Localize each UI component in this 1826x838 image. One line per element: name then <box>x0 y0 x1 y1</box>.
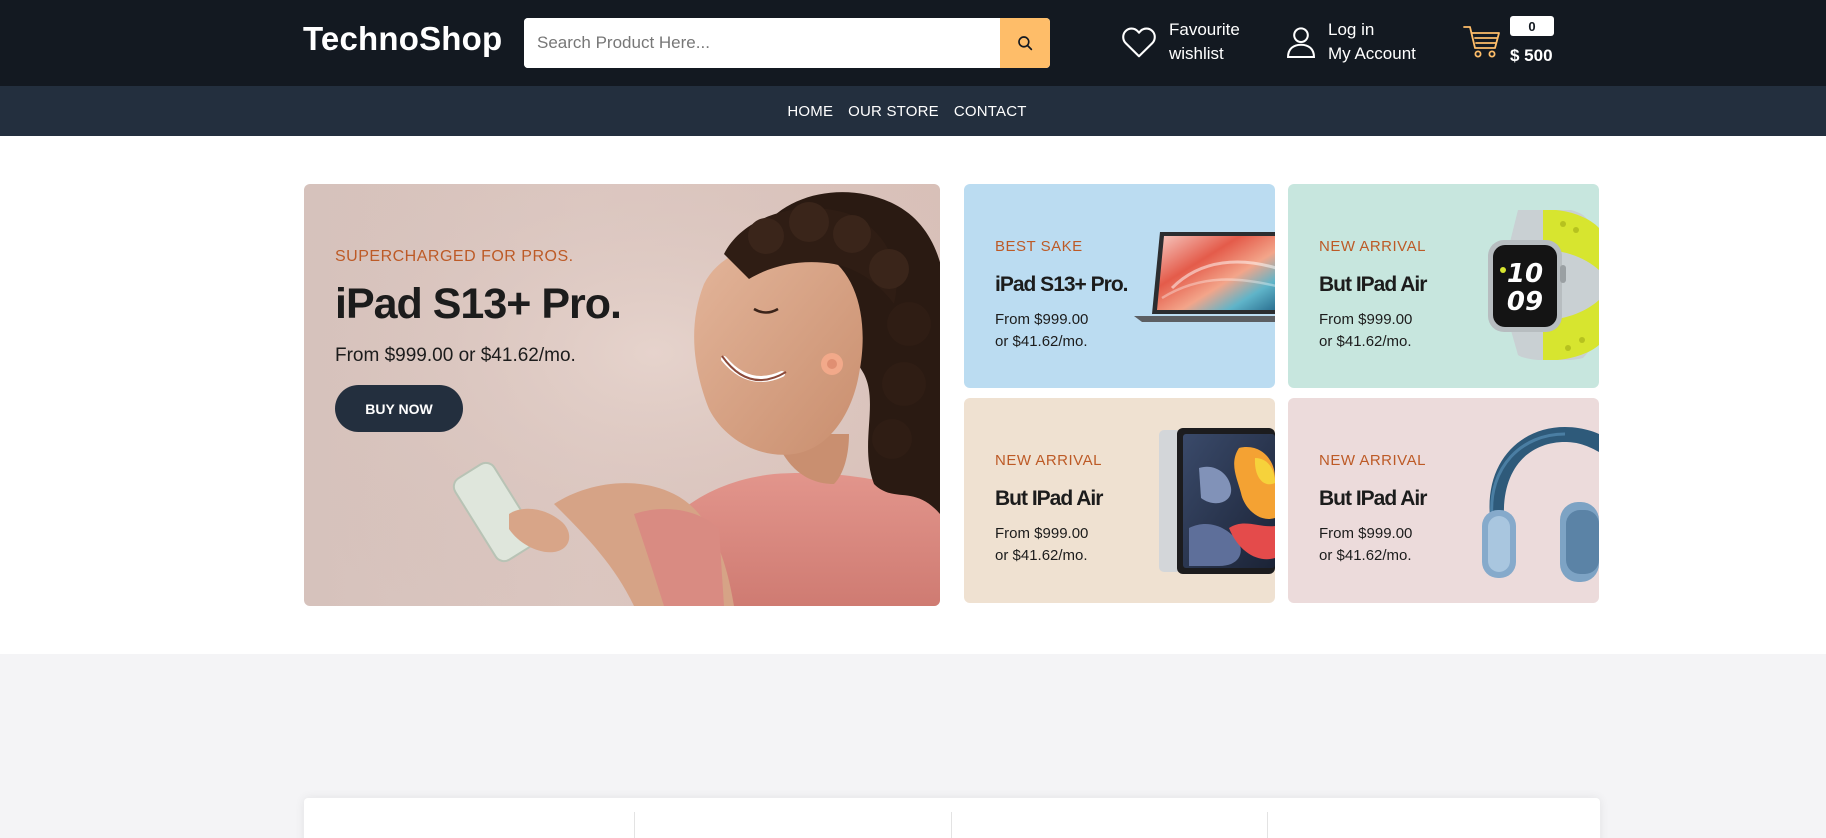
small-banner-laptop[interactable]: BEST SAKE iPad S13+ Pro. From $999.00 or… <box>964 184 1275 388</box>
main-nav: HOME OUR STORE CONTACT <box>0 86 1826 136</box>
services-divider <box>634 812 635 838</box>
main-banner[interactable]: SUPERCHARGED FOR PROS. iPad S13+ Pro. Fr… <box>304 184 940 606</box>
small-banner-2-eyebrow: NEW ARRIVAL <box>1319 238 1426 255</box>
account-label-1: Log in <box>1328 20 1375 39</box>
small-banner-headphones[interactable]: NEW ARRIVAL But IPad Air From $999.00 or… <box>1288 398 1599 603</box>
headphones-image <box>1482 427 1599 582</box>
small-banner-3-content: NEW ARRIVAL But IPad Air From $999.00 or… <box>995 452 1103 567</box>
main-banner-content: SUPERCHARGED FOR PROS. iPad S13+ Pro. Fr… <box>335 248 622 432</box>
small-banner-2-price: From $999.00 or $41.62/mo. <box>1319 309 1426 353</box>
services-card <box>304 798 1600 838</box>
search-button[interactable] <box>1000 18 1050 68</box>
wishlist-label-2: wishlist <box>1169 44 1224 63</box>
nav-our-store[interactable]: OUR STORE <box>848 103 939 120</box>
small-banner-1-content: BEST SAKE iPad S13+ Pro. From $999.00 or… <box>995 238 1128 353</box>
small-banner-4-price: From $999.00 or $41.62/mo. <box>1319 523 1426 567</box>
ipad-image <box>1159 428 1275 574</box>
small-banner-4-price-line-2: or $41.62/mo. <box>1319 547 1412 564</box>
small-banner-3-price: From $999.00 or $41.62/mo. <box>995 523 1102 567</box>
small-banner-1-price: From $999.00 or $41.62/mo. <box>995 309 1128 353</box>
small-banner-4-eyebrow: NEW ARRIVAL <box>1319 452 1426 469</box>
cart-total: $ 500 <box>1510 46 1553 65</box>
user-icon <box>1287 27 1315 59</box>
cart-count-badge: 0 <box>1510 16 1554 36</box>
small-banner-3-price-line-1: From $999.00 <box>995 525 1089 542</box>
account-label-2: My Account <box>1328 44 1416 63</box>
cart-link[interactable]: 0 $ 500 <box>1462 16 1554 66</box>
services-divider <box>951 812 952 838</box>
small-banner-2-content: NEW ARRIVAL But IPad Air From $999.00 or… <box>1319 238 1427 353</box>
brand-logo[interactable]: TechnoShop <box>303 20 502 58</box>
small-banner-4-content: NEW ARRIVAL But IPad Air From $999.00 or… <box>1319 452 1427 567</box>
small-banner-2-price-line-2: or $41.62/mo. <box>1319 333 1412 350</box>
main-banner-price: From $999.00 or $41.62/mo. <box>335 345 576 366</box>
small-banner-4-price-line-1: From $999.00 <box>1319 525 1413 542</box>
small-banner-1-title: iPad S13+ Pro. <box>995 273 1128 296</box>
small-banner-3-eyebrow: NEW ARRIVAL <box>995 452 1102 469</box>
small-banner-1-eyebrow: BEST SAKE <box>995 238 1083 255</box>
nav-home[interactable]: HOME <box>787 103 833 120</box>
cart-icon <box>1463 26 1500 58</box>
search-input[interactable] <box>524 18 1000 68</box>
wishlist-label-1: Favourite <box>1169 20 1240 39</box>
account-link[interactable]: Log in My Account <box>1286 18 1416 66</box>
heart-icon <box>1122 27 1156 58</box>
services-divider <box>1267 812 1268 838</box>
wishlist-link[interactable]: Favourite wishlist <box>1121 18 1240 66</box>
small-banner-1-price-line-1: From $999.00 <box>995 311 1089 328</box>
top-header: TechnoShop Favourite wishlist Log in My … <box>0 0 1826 86</box>
search-bar <box>524 18 1050 68</box>
laptop-image <box>1134 232 1275 322</box>
small-banner-2-price-line-1: From $999.00 <box>1319 311 1413 328</box>
small-banner-4-title: But IPad Air <box>1319 487 1427 510</box>
small-banner-watch[interactable]: 10 09 NEW ARRIVAL But IPad Air From $999… <box>1288 184 1599 388</box>
small-banner-3-price-line-2: or $41.62/mo. <box>995 547 1088 564</box>
small-banner-ipad[interactable]: NEW ARRIVAL But IPad Air From $999.00 or… <box>964 398 1275 603</box>
small-banner-3-title: But IPad Air <box>995 487 1103 510</box>
main-banner-eyebrow: SUPERCHARGED FOR PROS. <box>335 248 574 265</box>
main-banner-title: iPad S13+ Pro. <box>335 280 622 328</box>
smartwatch-image: 10 09 <box>1488 210 1599 360</box>
small-banner-2-title: But IPad Air <box>1319 273 1427 296</box>
search-icon <box>1018 36 1033 51</box>
buy-now-button[interactable]: BUY NOW <box>335 385 463 432</box>
watch-hour: 10 <box>1507 259 1543 289</box>
nav-contact[interactable]: CONTACT <box>954 103 1027 120</box>
watch-minute: 09 <box>1507 287 1543 317</box>
small-banner-1-price-line-2: or $41.62/mo. <box>995 333 1088 350</box>
